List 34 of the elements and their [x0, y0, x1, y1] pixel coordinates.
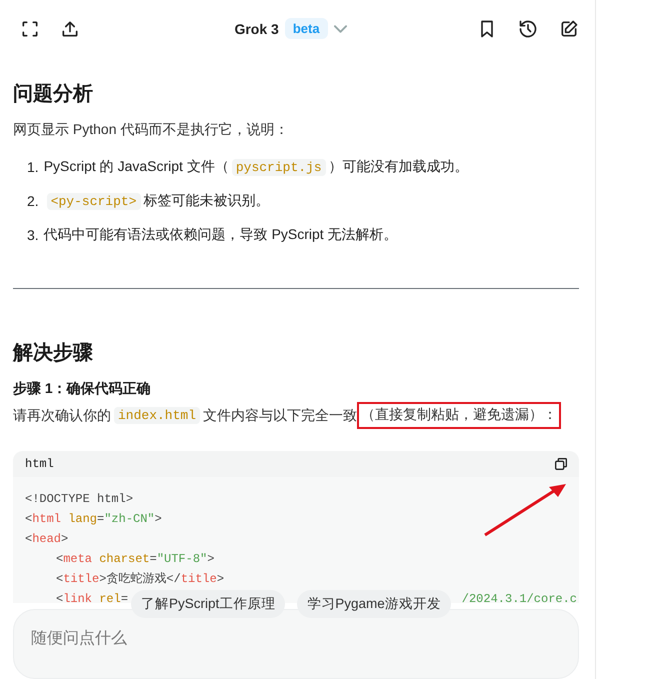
step-heading: 步骤 1：确保代码正确 [13, 380, 152, 398]
inline-code: pyscript.js [232, 158, 326, 176]
highlighted-text: （直接复制粘贴，避免遗漏）： [357, 402, 562, 430]
history-icon [518, 18, 538, 39]
body-text: 标签可能未被识别。 [144, 192, 270, 210]
code-line: <head> [25, 531, 68, 548]
share-icon [60, 18, 80, 39]
inline-code: index.html [114, 407, 200, 424]
code-line: <link rel= [56, 591, 128, 603]
code-line: /2024.3.1/core.c [462, 591, 577, 603]
body-text: PyScript 的 JavaScript 文件（ [44, 158, 229, 176]
body-text: 代码中可能有语法或依赖问题，导致 PyScript 无法解析。 [44, 226, 398, 244]
list-number: 1. [27, 159, 39, 176]
copy-button[interactable] [553, 456, 569, 472]
expand-icon [20, 18, 40, 39]
body-text: 网页显示 Python 代码而不是执行它，说明： [13, 121, 290, 140]
inline-code: <py-script> [46, 192, 141, 210]
body-text: ）可能没有加载成功。 [328, 158, 469, 176]
edit-icon [559, 18, 579, 39]
code-language-label: html [25, 457, 54, 472]
section-heading: 问题分析 [13, 82, 94, 108]
body-text: 请再次确认你的 [13, 406, 111, 425]
code-line: <html lang="zh-CN"> [25, 511, 162, 528]
model-selector[interactable]: Grok 3 beta [232, 16, 349, 42]
copy-icon [553, 456, 569, 472]
beta-badge: beta [284, 18, 328, 40]
section-heading: 解决步骤 [13, 341, 94, 366]
body-text: 文件内容与以下完全一致 [203, 406, 358, 425]
code-line: <!DOCTYPE html> [25, 491, 134, 508]
code-line: <title>贪吃蛇游戏</title> [56, 571, 224, 588]
list-number: 3. [27, 227, 39, 244]
code-line: <meta charset="UTF-8"> [56, 551, 214, 568]
list-number: 2. [27, 193, 39, 210]
chevron-down-icon [334, 24, 347, 33]
